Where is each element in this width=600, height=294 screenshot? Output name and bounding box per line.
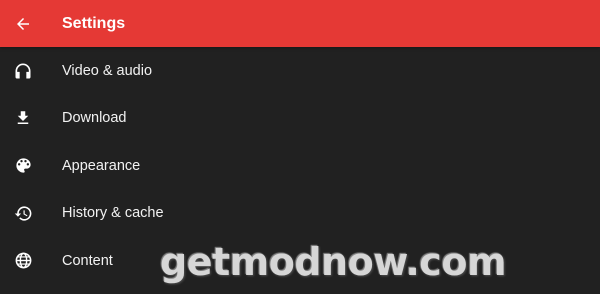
menu-item-download[interactable]: Download — [0, 95, 600, 143]
menu-item-label: History & cache — [62, 205, 164, 222]
app-bar: Settings — [0, 0, 600, 47]
menu-item-label: Appearance — [62, 157, 141, 174]
menu-item-appearance[interactable]: Appearance — [0, 142, 600, 190]
download-icon — [0, 95, 46, 143]
headphones-icon — [0, 47, 46, 95]
palette-icon — [0, 142, 46, 190]
page-title: Settings — [62, 14, 126, 32]
menu-item-content[interactable]: Content — [0, 237, 600, 285]
menu-item-history-cache[interactable]: History & cache — [0, 190, 600, 238]
settings-menu: Video & audio Download Appearance Histor… — [0, 47, 600, 285]
back-button[interactable] — [0, 0, 46, 47]
menu-item-label: Download — [62, 110, 127, 127]
history-icon — [0, 190, 46, 238]
menu-item-label: Content — [62, 252, 113, 269]
menu-item-label: Video & audio — [62, 62, 153, 79]
globe-icon — [0, 237, 46, 285]
menu-item-video-audio[interactable]: Video & audio — [0, 47, 600, 95]
arrow-back-icon — [17, 17, 29, 30]
